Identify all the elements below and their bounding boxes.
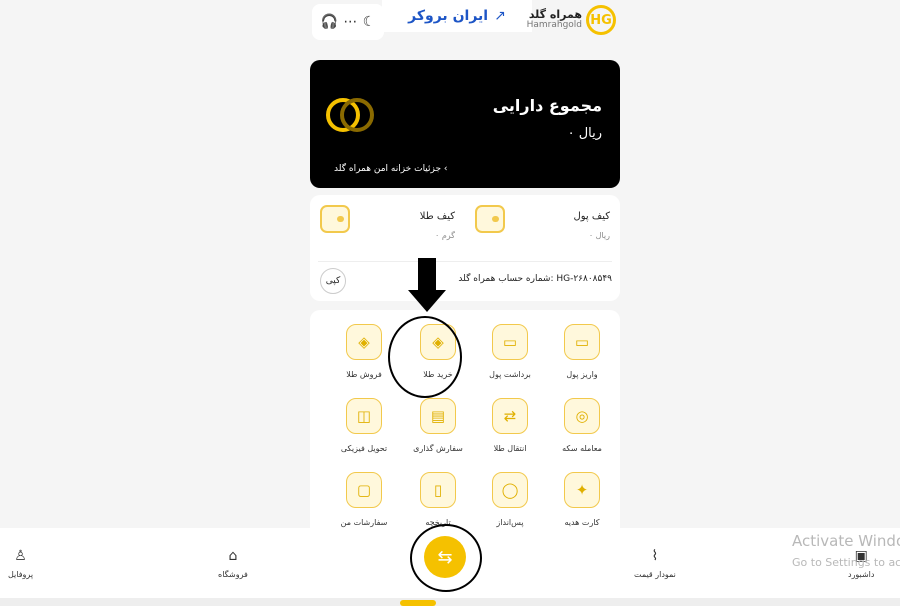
brand-logo: HG (586, 5, 616, 35)
nav-price-chart[interactable]: ⌇ نمودار قیمت (634, 548, 676, 579)
windows-settings-text: Go to Settings to ac (792, 556, 900, 569)
profile-icon: ♙ (14, 548, 27, 564)
header-icon-group: 🎧 ⋯ ☾ (312, 4, 384, 40)
action-delivery[interactable]: ◫ تحویل فیزیکی (326, 390, 402, 460)
nav-shop[interactable]: ⌂ فروشگاه (218, 548, 248, 579)
total-assets-title: مجموع دارایی (492, 96, 602, 115)
money-wallet-value: ۰ ریال (588, 231, 610, 240)
transfer-gold-icon: ⇄ (492, 398, 528, 434)
action-label: معامله سکه (562, 444, 602, 453)
action-transfer-gold[interactable]: ⇄ انتقال طلا (472, 390, 548, 460)
action-gift-card[interactable]: ✦ کارت هدیه (544, 464, 620, 534)
coin-trade-icon: ◎ (564, 398, 600, 434)
action-label: واریز پول (566, 370, 598, 379)
total-assets-card: مجموع دارایی ۰ ریال جزئیات خزانه امن همر… (310, 60, 620, 188)
brand: همراه گلد Hamrahgold HG (527, 2, 616, 38)
action-savings[interactable]: ◯ پس‌انداز (472, 464, 548, 534)
action-order[interactable]: ▤ سفارش گذاری (400, 390, 476, 460)
trend-up-icon: ↗ (494, 8, 506, 24)
nav-dashboard-label: داشبورد (848, 570, 875, 579)
buy-gold-highlight-circle (388, 316, 462, 398)
action-coin-trade[interactable]: ◎ معامله سکه (544, 390, 620, 460)
savings-icon: ◯ (492, 472, 528, 508)
account-number: شماره حساب همراه گلد: HG-۲۶۸۰۸۵۴۹ (458, 274, 612, 284)
app-column: 🎧 ⋯ ☾ ایران بروکر ↗ همراه گلد Hamrahgold… (310, 0, 620, 606)
action-deposit[interactable]: ▭ واریز پول (544, 316, 620, 386)
wallets-card: کیف پول ۰ ریال کیف طلا ۰ گرم کپی شماره ح… (310, 195, 620, 301)
headphones-icon[interactable]: 🎧 (321, 14, 338, 30)
action-withdraw[interactable]: ▭ برداشت پول (472, 316, 548, 386)
action-history[interactable]: ▯ تاریخچه (400, 464, 476, 534)
order-icon: ▤ (420, 398, 456, 434)
my-orders-icon: ▢ (346, 472, 382, 508)
action-label: سفارشات من (340, 518, 388, 527)
delivery-icon: ◫ (346, 398, 382, 434)
action-label: برداشت پول (489, 370, 531, 379)
money-wallet-label: کیف پول (573, 211, 610, 222)
deposit-icon: ▭ (564, 324, 600, 360)
money-wallet[interactable]: کیف پول ۰ ریال (465, 195, 620, 255)
iranbroker-watermark: ایران بروکر ↗ (382, 0, 532, 32)
withdraw-icon: ▭ (492, 324, 528, 360)
header: 🎧 ⋯ ☾ ایران بروکر ↗ همراه گلد Hamrahgold… (310, 0, 620, 40)
account-number-row: کپی شماره حساب همراه گلد: HG-۲۶۸۰۸۵۴۹ (318, 261, 612, 295)
shop-icon: ⌂ (228, 548, 238, 564)
rings-logo (326, 98, 376, 134)
wallet-icon (475, 205, 505, 233)
fab-highlight-circle (410, 524, 482, 592)
gold-wallet-value: ۰ گرم (434, 231, 455, 240)
nav-profile[interactable]: ♙ پروفایل (8, 548, 33, 579)
bottom-strip (0, 598, 900, 606)
watermark-text: ایران بروکر (408, 8, 489, 24)
vault-details-link[interactable]: جزئیات خزانه امن همراه گلد ‹ (334, 164, 448, 174)
action-label: کارت هدیه (564, 518, 600, 527)
sell-gold-icon: ◈ (346, 324, 382, 360)
gold-wallet[interactable]: کیف طلا ۰ گرم (310, 195, 465, 255)
action-label: تحویل فیزیکی (340, 444, 388, 453)
moon-icon[interactable]: ☾ (363, 14, 376, 30)
total-assets-value: ۰ ریال (567, 126, 602, 141)
copy-button[interactable]: کپی (320, 268, 346, 294)
action-label: انتقال طلا (493, 444, 527, 453)
nav-shop-label: فروشگاه (218, 570, 248, 579)
more-icon[interactable]: ⋯ (343, 14, 357, 30)
action-label: پس‌انداز (496, 518, 524, 527)
gold-wallet-icon (320, 205, 350, 233)
nav-profile-label: پروفایل (8, 570, 34, 579)
nav-price-chart-label: نمودار قیمت (634, 570, 676, 579)
action-my-orders[interactable]: ▢ سفارشات من (326, 464, 402, 534)
history-icon: ▯ (420, 472, 456, 508)
windows-activate-text: Activate Windo (792, 532, 900, 550)
chart-pulse-icon: ⌇ (651, 548, 659, 564)
gift-card-icon: ✦ (564, 472, 600, 508)
brand-name-en: Hamrahgold (526, 20, 582, 31)
gold-wallet-label: کیف طلا (419, 211, 455, 222)
action-label: سفارش گذاری (413, 444, 463, 453)
